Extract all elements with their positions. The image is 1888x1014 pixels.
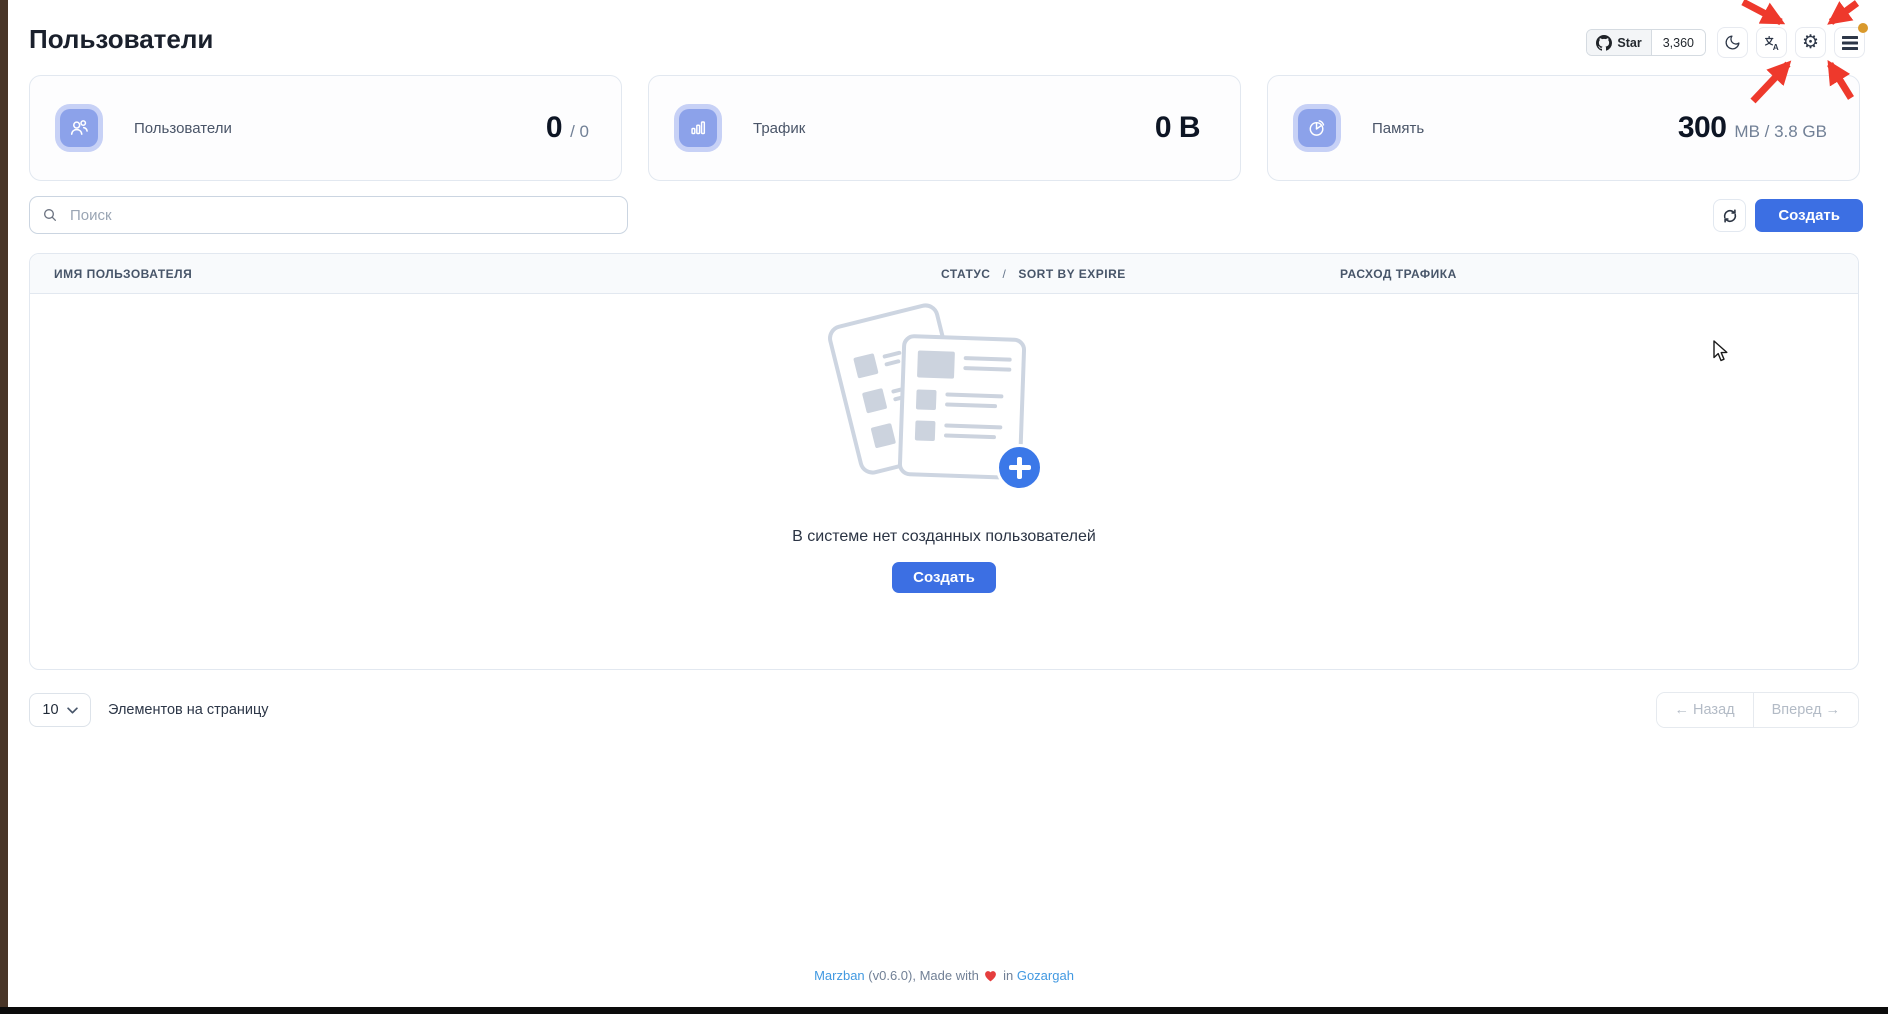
dark-mode-toggle[interactable] [1717,27,1748,58]
github-star-count[interactable]: 3,360 [1652,30,1705,55]
stat-value: 0 [546,111,562,145]
documents-illustration [838,310,1050,510]
search-icon [42,207,58,223]
column-username[interactable]: ИМЯ ПОЛЬЗОВАТЕЛЯ [54,254,192,294]
refresh-button[interactable] [1713,199,1746,232]
notification-dot [1858,23,1868,33]
github-star-button[interactable]: Star [1587,30,1651,55]
stat-suffix: / 0 [570,122,589,142]
stat-value: 0 B [1155,111,1200,145]
left-window-edge [0,0,8,1014]
pie-chart-icon [1298,109,1336,147]
page-title: Пользователи [29,24,213,55]
github-star-widget[interactable]: Star 3,360 [1586,29,1706,56]
users-stat-card: Пользователи 0 / 0 [29,75,622,181]
bottom-window-edge [0,1007,1888,1014]
search-box [29,196,628,234]
stat-label: Пользователи [134,120,232,137]
moon-icon [1724,34,1741,51]
github-star-label: Star [1617,36,1641,50]
footer: Marzban (v0.6.0), Made with in Gozargah [0,968,1888,983]
language-button[interactable]: A [1756,27,1787,58]
chevron-down-icon [67,707,78,714]
users-icon [60,109,98,147]
empty-state-message: В системе нет созданных пользователей [792,528,1096,546]
plus-icon [996,444,1043,491]
heart-icon [984,970,997,982]
page-size-select[interactable]: 10 [29,693,91,727]
translate-icon: A [1763,34,1781,52]
page-size-label: Элементов на страницу [108,702,269,718]
column-status-expire: СТАТУС / SORT BY EXPIRE [941,254,1126,294]
search-input[interactable] [29,196,628,234]
create-button[interactable]: Создать [1755,199,1863,232]
footer-app-link[interactable]: Marzban [814,968,865,983]
bar-chart-icon [679,109,717,147]
users-table: ИМЯ ПОЛЬЗОВАТЕЛЯ СТАТУС / SORT BY EXPIRE… [29,253,1859,670]
column-separator: / [1002,267,1006,281]
svg-text:A: A [1772,42,1778,51]
pager-buttons: ← Назад Вперед → [1656,692,1859,728]
github-icon [1596,35,1612,51]
column-status[interactable]: СТАТУС [941,267,990,281]
refresh-icon [1722,208,1738,224]
memory-stat-card: Память 300 MB / 3.8 GB [1267,75,1860,181]
table-header: ИМЯ ПОЛЬЗОВАТЕЛЯ СТАТУС / SORT BY EXPIRE… [30,254,1858,294]
column-traffic[interactable]: РАСХОД ТРАФИКА [1340,254,1457,294]
traffic-stat-card: Трафик 0 B [648,75,1241,181]
footer-text: (v0.6.0), Made with [868,968,979,983]
prev-page-button[interactable]: ← Назад [1657,693,1754,727]
empty-state: В системе нет созданных пользователей Со… [30,294,1858,670]
stat-label: Трафик [753,120,805,137]
marzban-users-page: Пользователи Star 3,360 A ⚙ [0,0,1888,1014]
pagination-bar: 10 Элементов на страницу ← Назад Вперед … [29,692,1859,728]
toolbar-actions: Создать [1713,199,1863,232]
stat-value: 300 [1678,111,1727,145]
stat-cards: Пользователи 0 / 0 Трафик 0 B [29,75,1860,181]
page-size-value: 10 [42,702,58,718]
hamburger-icon [1842,36,1858,50]
stat-suffix: MB / 3.8 GB [1734,122,1827,142]
column-sort-by-expire[interactable]: SORT BY EXPIRE [1018,267,1125,281]
next-page-button[interactable]: Вперед → [1754,693,1858,727]
settings-button[interactable]: ⚙ [1795,27,1826,58]
header-controls: Star 3,360 A ⚙ [1586,27,1865,58]
menu-button[interactable] [1834,27,1865,58]
footer-org-link[interactable]: Gozargah [1017,968,1074,983]
gear-icon: ⚙ [1802,33,1819,52]
footer-in-text: in [1003,968,1013,983]
stat-label: Память [1372,120,1424,137]
empty-state-create-button[interactable]: Создать [892,562,996,593]
